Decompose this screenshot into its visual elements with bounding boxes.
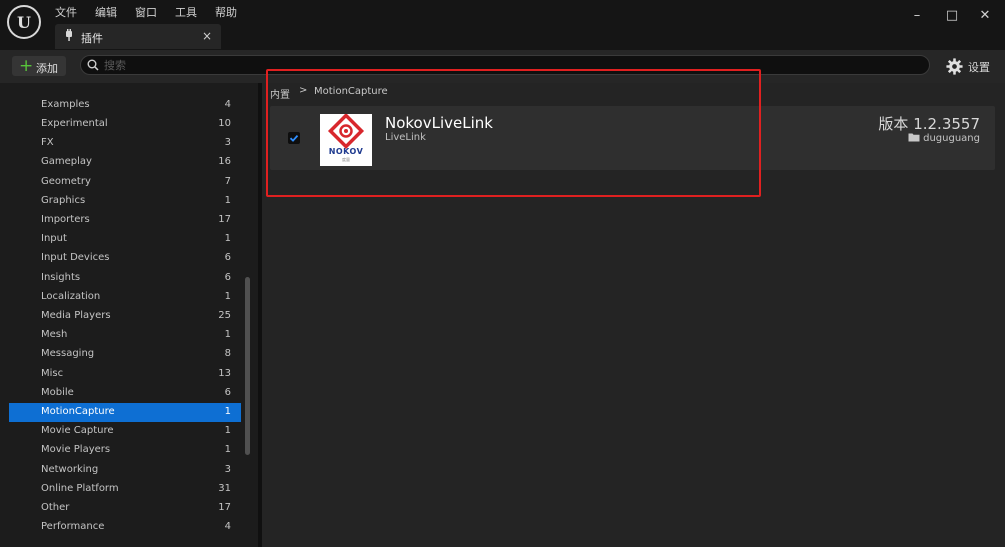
sidebar-item-count: 1 [224,425,231,436]
settings-label: 设置 [968,61,990,74]
sidebar-item-networking[interactable]: Networking 3 [9,461,241,480]
sidebar-item-count: 7 [224,176,231,187]
search-icon [87,59,99,71]
sidebar-item-label: Messaging [41,348,95,359]
sidebar-scrollbar[interactable] [245,277,250,455]
folder-icon [908,133,920,142]
sidebar-item-input-devices[interactable]: Input Devices 6 [9,249,241,268]
menu-edit[interactable]: 编辑 [95,4,117,20]
sidebar-item-localization[interactable]: Localization 1 [9,288,241,307]
unreal-logo-icon[interactable]: U [7,5,41,39]
sidebar-item-other[interactable]: Other 17 [9,499,241,518]
sidebar-item-label: Input Devices [41,252,110,263]
sidebar-item-label: Importers [41,214,90,225]
sidebar-item-performance[interactable]: Performance 4 [9,518,241,537]
sidebar-item-fx[interactable]: FX 3 [9,134,241,153]
sidebar-item-media-players[interactable]: Media Players 25 [9,307,241,326]
sidebar-item-misc[interactable]: Misc 13 [9,365,241,384]
sidebar-item-label: Movie Players [41,444,111,455]
sidebar-item-count: 1 [224,195,231,206]
sidebar-item-label: Movie Capture [41,425,114,436]
sidebar-item-insights[interactable]: Insights 6 [9,269,241,288]
sidebar-item-label: Graphics [41,195,86,206]
category-sidebar: Examples 4 Experimental 10 FX 3 Gameplay 16 … [0,83,258,547]
sidebar-item-label: Networking [41,464,99,475]
sidebar-item-label: FX [41,137,54,148]
sidebar-item-count: 25 [218,310,231,321]
sidebar-item-count: 17 [218,502,231,513]
sidebar-item-geometry[interactable]: Geometry 7 [9,173,241,192]
sidebar-item-mobile[interactable]: Mobile 6 [9,384,241,403]
highlight-annotation-box [266,69,761,197]
close-window-icon[interactable]: ✕ [975,8,995,23]
menu-window[interactable]: 窗口 [135,4,157,20]
sidebar-item-label: MotionCapture [41,406,115,417]
sidebar-item-examples[interactable]: Examples 4 [9,96,241,115]
plus-icon: + [19,56,34,76]
menu-help[interactable]: 帮助 [215,4,237,20]
sidebar-item-graphics[interactable]: Graphics 1 [9,192,241,211]
sidebar-item-count: 16 [218,156,231,167]
sidebar-item-label: Experimental [41,118,108,129]
menu-file[interactable]: 文件 [55,4,77,20]
sidebar-item-label: Other [41,502,70,513]
tab-plugins[interactable]: 插件 × [55,24,221,49]
sidebar-item-mesh[interactable]: Mesh 1 [9,326,241,345]
sidebar-item-count: 1 [224,406,231,417]
sidebar-item-movie-players[interactable]: Movie Players 1 [9,441,241,460]
tab-close-icon[interactable]: × [202,29,212,43]
sidebar-item-count: 13 [218,368,231,379]
sidebar-item-label: Mesh [41,329,68,340]
sidebar-item-experimental[interactable]: Experimental 10 [9,115,241,134]
sidebar-item-count: 6 [224,387,231,398]
sidebar-item-count: 1 [224,329,231,340]
sidebar-item-count: 1 [224,291,231,302]
sidebar-item-label: Input [41,233,67,244]
sidebar-item-label: Performance [41,521,105,532]
maximize-icon[interactable]: □ [942,8,962,23]
sidebar-item-label: Gameplay [41,156,92,167]
add-button-label: 添加 [36,62,58,75]
sidebar-item-count: 6 [224,272,231,283]
sidebar-item-online-platform[interactable]: Online Platform 31 [9,480,241,499]
sidebar-item-label: Media Players [41,310,111,321]
sidebar-item-count: 4 [224,521,231,532]
sidebar-item-label: Geometry [41,176,91,187]
plugin-author-name: duguguang [923,133,980,144]
sidebar-item-label: Examples [41,99,90,110]
sidebar-item-count: 6 [224,252,231,263]
sidebar-item-count: 10 [218,118,231,129]
plugin-author[interactable]: duguguang [908,132,980,144]
sidebar-item-gameplay[interactable]: Gameplay 16 [9,153,241,172]
sidebar-item-label: Localization [41,291,101,302]
sidebar-item-count: 3 [224,464,231,475]
menu-tools[interactable]: 工具 [175,4,197,20]
tab-label: 插件 [81,32,103,45]
title-bar: U 文件 编辑 窗口 工具 帮助 插件 × – □ ✕ [0,0,1005,50]
sidebar-item-input[interactable]: Input 1 [9,230,241,249]
plug-icon [66,29,72,41]
sidebar-item-label: Mobile [41,387,74,398]
menu-bar: 文件 编辑 窗口 工具 帮助 [55,4,255,20]
gear-icon [946,58,963,75]
sidebar-item-label: Insights [41,272,81,283]
sidebar-item-movie-capture[interactable]: Movie Capture 1 [9,422,241,441]
sidebar-item-count: 8 [224,348,231,359]
sidebar-item-count: 17 [218,214,231,225]
plugin-version: 版本 1.2.3557 [878,115,980,133]
sidebar-item-count: 31 [218,483,231,494]
sidebar-item-motioncapture[interactable]: MotionCapture 1 [9,403,241,422]
minimize-icon[interactable]: – [907,8,927,23]
sidebar-item-count: 1 [224,444,231,455]
sidebar-item-label: Online Platform [41,483,119,494]
sidebar-item-label: Misc [41,368,64,379]
sidebar-item-count: 1 [224,233,231,244]
sidebar-item-messaging[interactable]: Messaging 8 [9,345,241,364]
sidebar-item-importers[interactable]: Importers 17 [9,211,241,230]
sidebar-item-count: 3 [224,137,231,148]
add-button[interactable]: + 添加 [12,56,66,76]
sidebar-item-count: 4 [224,99,231,110]
